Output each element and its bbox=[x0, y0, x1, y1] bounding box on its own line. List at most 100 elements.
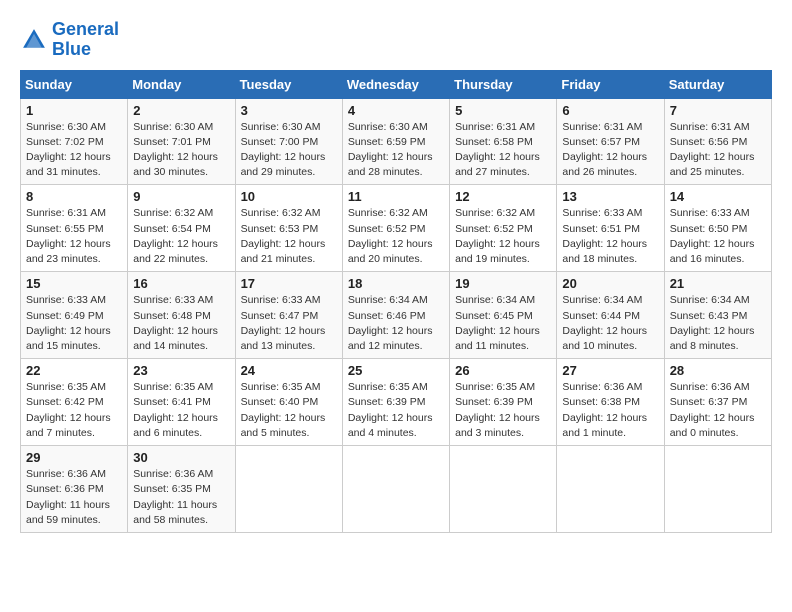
weekday-header: Sunday bbox=[21, 70, 128, 98]
day-info: Sunrise: 6:33 AMSunset: 6:48 PMDaylight:… bbox=[133, 293, 229, 354]
calendar-cell: 28 Sunrise: 6:36 AMSunset: 6:37 PMDaylig… bbox=[664, 359, 771, 446]
day-info: Sunrise: 6:36 AMSunset: 6:35 PMDaylight:… bbox=[133, 467, 229, 528]
day-number: 4 bbox=[348, 103, 444, 118]
calendar-cell bbox=[235, 446, 342, 533]
day-number: 3 bbox=[241, 103, 337, 118]
day-number: 5 bbox=[455, 103, 551, 118]
calendar-cell: 9 Sunrise: 6:32 AMSunset: 6:54 PMDayligh… bbox=[128, 185, 235, 272]
day-info: Sunrise: 6:33 AMSunset: 6:49 PMDaylight:… bbox=[26, 293, 122, 354]
logo: General Blue bbox=[20, 20, 119, 60]
day-info: Sunrise: 6:34 AMSunset: 6:45 PMDaylight:… bbox=[455, 293, 551, 354]
day-info: Sunrise: 6:36 AMSunset: 6:38 PMDaylight:… bbox=[562, 380, 658, 441]
day-number: 1 bbox=[26, 103, 122, 118]
calendar-cell: 13 Sunrise: 6:33 AMSunset: 6:51 PMDaylig… bbox=[557, 185, 664, 272]
day-number: 6 bbox=[562, 103, 658, 118]
calendar-cell: 7 Sunrise: 6:31 AMSunset: 6:56 PMDayligh… bbox=[664, 98, 771, 185]
calendar-cell: 11 Sunrise: 6:32 AMSunset: 6:52 PMDaylig… bbox=[342, 185, 449, 272]
day-number: 19 bbox=[455, 276, 551, 291]
calendar-cell: 15 Sunrise: 6:33 AMSunset: 6:49 PMDaylig… bbox=[21, 272, 128, 359]
weekday-header: Tuesday bbox=[235, 70, 342, 98]
day-number: 16 bbox=[133, 276, 229, 291]
calendar-cell bbox=[664, 446, 771, 533]
calendar-cell: 18 Sunrise: 6:34 AMSunset: 6:46 PMDaylig… bbox=[342, 272, 449, 359]
day-number: 12 bbox=[455, 189, 551, 204]
calendar-cell: 10 Sunrise: 6:32 AMSunset: 6:53 PMDaylig… bbox=[235, 185, 342, 272]
day-number: 7 bbox=[670, 103, 766, 118]
calendar-cell: 22 Sunrise: 6:35 AMSunset: 6:42 PMDaylig… bbox=[21, 359, 128, 446]
calendar-cell: 1 Sunrise: 6:30 AMSunset: 7:02 PMDayligh… bbox=[21, 98, 128, 185]
calendar-cell: 20 Sunrise: 6:34 AMSunset: 6:44 PMDaylig… bbox=[557, 272, 664, 359]
day-number: 30 bbox=[133, 450, 229, 465]
day-number: 8 bbox=[26, 189, 122, 204]
day-info: Sunrise: 6:32 AMSunset: 6:52 PMDaylight:… bbox=[455, 206, 551, 267]
day-info: Sunrise: 6:35 AMSunset: 6:41 PMDaylight:… bbox=[133, 380, 229, 441]
day-info: Sunrise: 6:32 AMSunset: 6:52 PMDaylight:… bbox=[348, 206, 444, 267]
weekday-header: Friday bbox=[557, 70, 664, 98]
logo-text: General Blue bbox=[52, 20, 119, 60]
calendar-cell: 14 Sunrise: 6:33 AMSunset: 6:50 PMDaylig… bbox=[664, 185, 771, 272]
day-number: 23 bbox=[133, 363, 229, 378]
day-number: 11 bbox=[348, 189, 444, 204]
day-number: 18 bbox=[348, 276, 444, 291]
weekday-header: Saturday bbox=[664, 70, 771, 98]
day-number: 25 bbox=[348, 363, 444, 378]
calendar-cell: 4 Sunrise: 6:30 AMSunset: 6:59 PMDayligh… bbox=[342, 98, 449, 185]
weekday-header: Monday bbox=[128, 70, 235, 98]
day-info: Sunrise: 6:31 AMSunset: 6:57 PMDaylight:… bbox=[562, 120, 658, 181]
day-info: Sunrise: 6:34 AMSunset: 6:44 PMDaylight:… bbox=[562, 293, 658, 354]
day-info: Sunrise: 6:30 AMSunset: 7:00 PMDaylight:… bbox=[241, 120, 337, 181]
day-info: Sunrise: 6:30 AMSunset: 7:01 PMDaylight:… bbox=[133, 120, 229, 181]
calendar-cell: 29 Sunrise: 6:36 AMSunset: 6:36 PMDaylig… bbox=[21, 446, 128, 533]
day-info: Sunrise: 6:36 AMSunset: 6:37 PMDaylight:… bbox=[670, 380, 766, 441]
calendar-cell bbox=[342, 446, 449, 533]
day-number: 10 bbox=[241, 189, 337, 204]
weekday-header: Wednesday bbox=[342, 70, 449, 98]
day-info: Sunrise: 6:30 AMSunset: 6:59 PMDaylight:… bbox=[348, 120, 444, 181]
weekday-header: Thursday bbox=[450, 70, 557, 98]
calendar-cell: 24 Sunrise: 6:35 AMSunset: 6:40 PMDaylig… bbox=[235, 359, 342, 446]
day-info: Sunrise: 6:31 AMSunset: 6:58 PMDaylight:… bbox=[455, 120, 551, 181]
calendar-cell: 8 Sunrise: 6:31 AMSunset: 6:55 PMDayligh… bbox=[21, 185, 128, 272]
calendar-cell: 26 Sunrise: 6:35 AMSunset: 6:39 PMDaylig… bbox=[450, 359, 557, 446]
day-info: Sunrise: 6:33 AMSunset: 6:47 PMDaylight:… bbox=[241, 293, 337, 354]
calendar-cell: 17 Sunrise: 6:33 AMSunset: 6:47 PMDaylig… bbox=[235, 272, 342, 359]
calendar-cell: 25 Sunrise: 6:35 AMSunset: 6:39 PMDaylig… bbox=[342, 359, 449, 446]
calendar-cell: 6 Sunrise: 6:31 AMSunset: 6:57 PMDayligh… bbox=[557, 98, 664, 185]
calendar-cell: 19 Sunrise: 6:34 AMSunset: 6:45 PMDaylig… bbox=[450, 272, 557, 359]
day-info: Sunrise: 6:33 AMSunset: 6:51 PMDaylight:… bbox=[562, 206, 658, 267]
day-number: 26 bbox=[455, 363, 551, 378]
day-info: Sunrise: 6:31 AMSunset: 6:56 PMDaylight:… bbox=[670, 120, 766, 181]
calendar-cell: 2 Sunrise: 6:30 AMSunset: 7:01 PMDayligh… bbox=[128, 98, 235, 185]
calendar-cell bbox=[450, 446, 557, 533]
day-number: 29 bbox=[26, 450, 122, 465]
calendar-cell: 3 Sunrise: 6:30 AMSunset: 7:00 PMDayligh… bbox=[235, 98, 342, 185]
day-info: Sunrise: 6:35 AMSunset: 6:39 PMDaylight:… bbox=[455, 380, 551, 441]
day-info: Sunrise: 6:33 AMSunset: 6:50 PMDaylight:… bbox=[670, 206, 766, 267]
calendar-table: SundayMondayTuesdayWednesdayThursdayFrid… bbox=[20, 70, 772, 533]
day-info: Sunrise: 6:35 AMSunset: 6:42 PMDaylight:… bbox=[26, 380, 122, 441]
calendar-cell: 23 Sunrise: 6:35 AMSunset: 6:41 PMDaylig… bbox=[128, 359, 235, 446]
day-number: 9 bbox=[133, 189, 229, 204]
day-number: 20 bbox=[562, 276, 658, 291]
day-number: 28 bbox=[670, 363, 766, 378]
day-info: Sunrise: 6:34 AMSunset: 6:46 PMDaylight:… bbox=[348, 293, 444, 354]
day-number: 22 bbox=[26, 363, 122, 378]
day-info: Sunrise: 6:32 AMSunset: 6:53 PMDaylight:… bbox=[241, 206, 337, 267]
day-number: 14 bbox=[670, 189, 766, 204]
day-info: Sunrise: 6:35 AMSunset: 6:40 PMDaylight:… bbox=[241, 380, 337, 441]
day-number: 27 bbox=[562, 363, 658, 378]
day-number: 17 bbox=[241, 276, 337, 291]
day-number: 13 bbox=[562, 189, 658, 204]
page-header: General Blue bbox=[20, 20, 772, 60]
calendar-cell: 27 Sunrise: 6:36 AMSunset: 6:38 PMDaylig… bbox=[557, 359, 664, 446]
day-number: 15 bbox=[26, 276, 122, 291]
day-info: Sunrise: 6:32 AMSunset: 6:54 PMDaylight:… bbox=[133, 206, 229, 267]
calendar-cell: 21 Sunrise: 6:34 AMSunset: 6:43 PMDaylig… bbox=[664, 272, 771, 359]
day-number: 24 bbox=[241, 363, 337, 378]
day-info: Sunrise: 6:31 AMSunset: 6:55 PMDaylight:… bbox=[26, 206, 122, 267]
day-info: Sunrise: 6:35 AMSunset: 6:39 PMDaylight:… bbox=[348, 380, 444, 441]
day-info: Sunrise: 6:30 AMSunset: 7:02 PMDaylight:… bbox=[26, 120, 122, 181]
calendar-cell bbox=[557, 446, 664, 533]
day-info: Sunrise: 6:34 AMSunset: 6:43 PMDaylight:… bbox=[670, 293, 766, 354]
calendar-cell: 16 Sunrise: 6:33 AMSunset: 6:48 PMDaylig… bbox=[128, 272, 235, 359]
